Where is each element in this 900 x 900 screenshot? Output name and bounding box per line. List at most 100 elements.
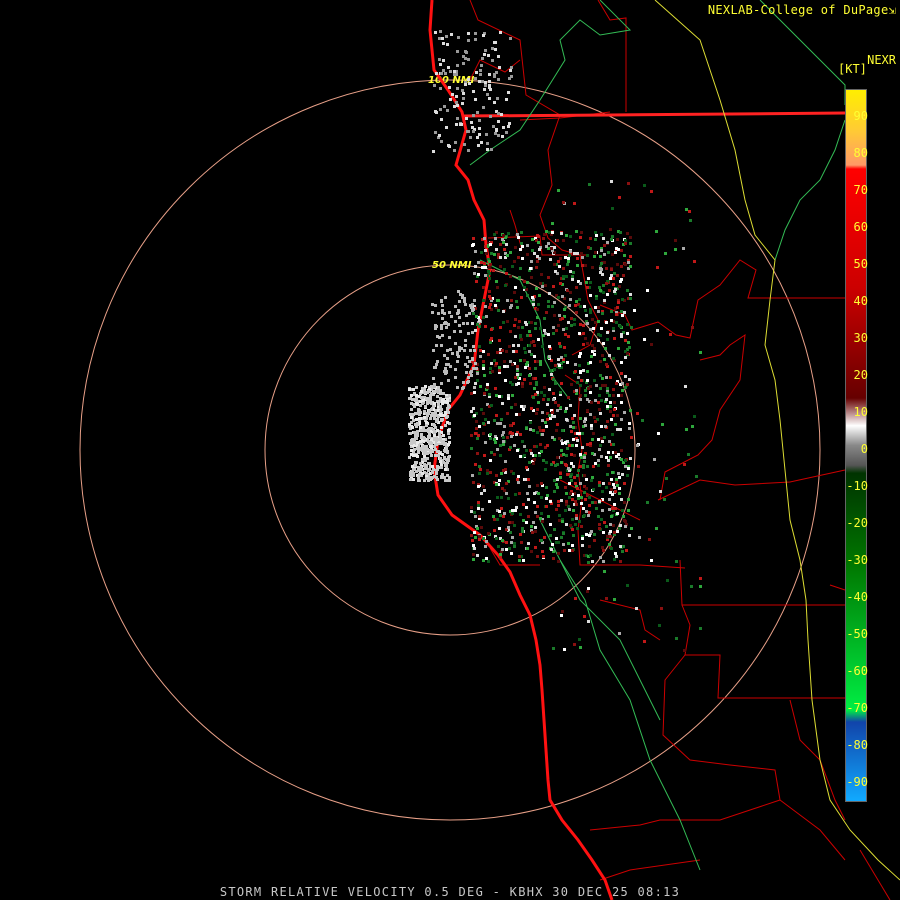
echo-pixel — [557, 189, 560, 192]
echo-pixel — [600, 455, 603, 458]
colorbar-tick: 80 — [853, 146, 868, 160]
echo-pixel — [637, 465, 640, 468]
echo-pixel — [472, 481, 475, 484]
echo-pixel — [583, 615, 586, 618]
echo-pixel — [496, 299, 499, 302]
echo-pixel — [545, 505, 548, 508]
echo-pixel — [471, 322, 474, 325]
echo-pixel — [424, 385, 427, 388]
echo-pixel — [591, 452, 594, 455]
echo-pixel — [566, 447, 569, 450]
credit-label: NEXLAB-College of DuPage — [707, 3, 889, 17]
echo-pixel — [418, 473, 421, 476]
echo-pixel — [624, 459, 627, 462]
echo-pixel — [576, 252, 579, 255]
echo-pixel — [683, 463, 686, 466]
echo-pixel — [505, 541, 508, 544]
echo-pixel — [602, 549, 605, 552]
echo-pixel — [527, 478, 530, 481]
echo-pixel — [542, 555, 545, 558]
echo-pixel — [430, 454, 433, 457]
echo-pixel — [424, 429, 427, 432]
echo-pixel — [411, 470, 414, 473]
echo-pixel — [489, 433, 492, 436]
echo-pixel — [614, 451, 617, 454]
echo-pixel — [453, 149, 456, 152]
echo-pixel — [517, 256, 520, 259]
echo-pixel — [533, 387, 536, 390]
echo-pixel — [559, 345, 562, 348]
echo-pixel — [413, 448, 416, 451]
echo-pixel — [482, 485, 485, 488]
echo-pixel — [512, 422, 515, 425]
echo-pixel — [579, 453, 582, 456]
echo-pixel — [431, 303, 434, 306]
echo-pixel — [521, 257, 524, 260]
echo-pixel — [605, 376, 608, 379]
echo-pixel — [552, 285, 555, 288]
echo-pixel — [420, 396, 423, 399]
echo-pixel — [478, 472, 481, 475]
echo-pixel — [432, 349, 435, 352]
echo-pixel — [619, 560, 622, 563]
echo-pixel — [473, 531, 476, 534]
echo-pixel — [457, 290, 460, 293]
echo-pixel — [505, 243, 508, 246]
echo-pixel — [439, 410, 442, 413]
echo-pixel — [451, 93, 454, 96]
echo-pixel — [485, 540, 488, 543]
echo-pixel — [477, 504, 480, 507]
echo-pixel — [434, 131, 437, 134]
echo-pixel — [594, 399, 597, 402]
echo-pixel — [425, 445, 428, 448]
echo-pixel — [436, 395, 439, 398]
echo-pixel — [593, 353, 596, 356]
echo-pixel — [557, 404, 560, 407]
echo-pixel — [543, 386, 546, 389]
echo-pixel — [549, 258, 552, 261]
echo-pixel — [577, 497, 580, 500]
echo-pixel — [576, 487, 579, 490]
echo-pixel — [478, 535, 481, 538]
echo-pixel — [519, 533, 522, 536]
echo-pixel — [621, 314, 624, 317]
echo-pixel — [626, 323, 629, 326]
echo-pixel — [573, 643, 576, 646]
echo-pixel — [621, 382, 624, 385]
echo-pixel — [504, 284, 507, 287]
echo-pixel — [590, 479, 593, 482]
echo-pixel — [477, 273, 480, 276]
echo-pixel — [444, 424, 447, 427]
echo-pixel — [496, 286, 499, 289]
echo-pixel — [450, 315, 453, 318]
echo-pixel — [489, 115, 492, 118]
echo-pixel — [503, 365, 506, 368]
echo-pixel — [500, 496, 503, 499]
echo-pixel — [429, 417, 432, 420]
echo-pixel — [476, 452, 479, 455]
echo-pixel — [607, 451, 610, 454]
echo-pixel — [440, 418, 443, 421]
echo-pixel — [458, 316, 461, 319]
echo-pixel — [567, 257, 570, 260]
echo-pixel — [601, 440, 604, 443]
echo-pixel — [476, 527, 479, 530]
echo-pixel — [615, 382, 618, 385]
echo-pixel — [520, 231, 523, 234]
echo-pixel — [475, 367, 478, 370]
echo-pixel — [492, 269, 495, 272]
echo-pixel — [623, 482, 626, 485]
echo-pixel — [610, 238, 613, 241]
echo-pixel — [623, 519, 626, 522]
echo-pixel — [414, 436, 417, 439]
echo-pixel — [532, 303, 535, 306]
echo-pixel — [505, 350, 508, 353]
echo-pixel — [610, 310, 613, 313]
echo-pixel — [451, 352, 454, 355]
echo-pixel — [444, 468, 447, 471]
echo-pixel — [540, 496, 543, 499]
echo-pixel — [462, 97, 465, 100]
echo-pixel — [531, 531, 534, 534]
echo-pixel — [425, 397, 428, 400]
echo-pixel — [481, 80, 484, 83]
